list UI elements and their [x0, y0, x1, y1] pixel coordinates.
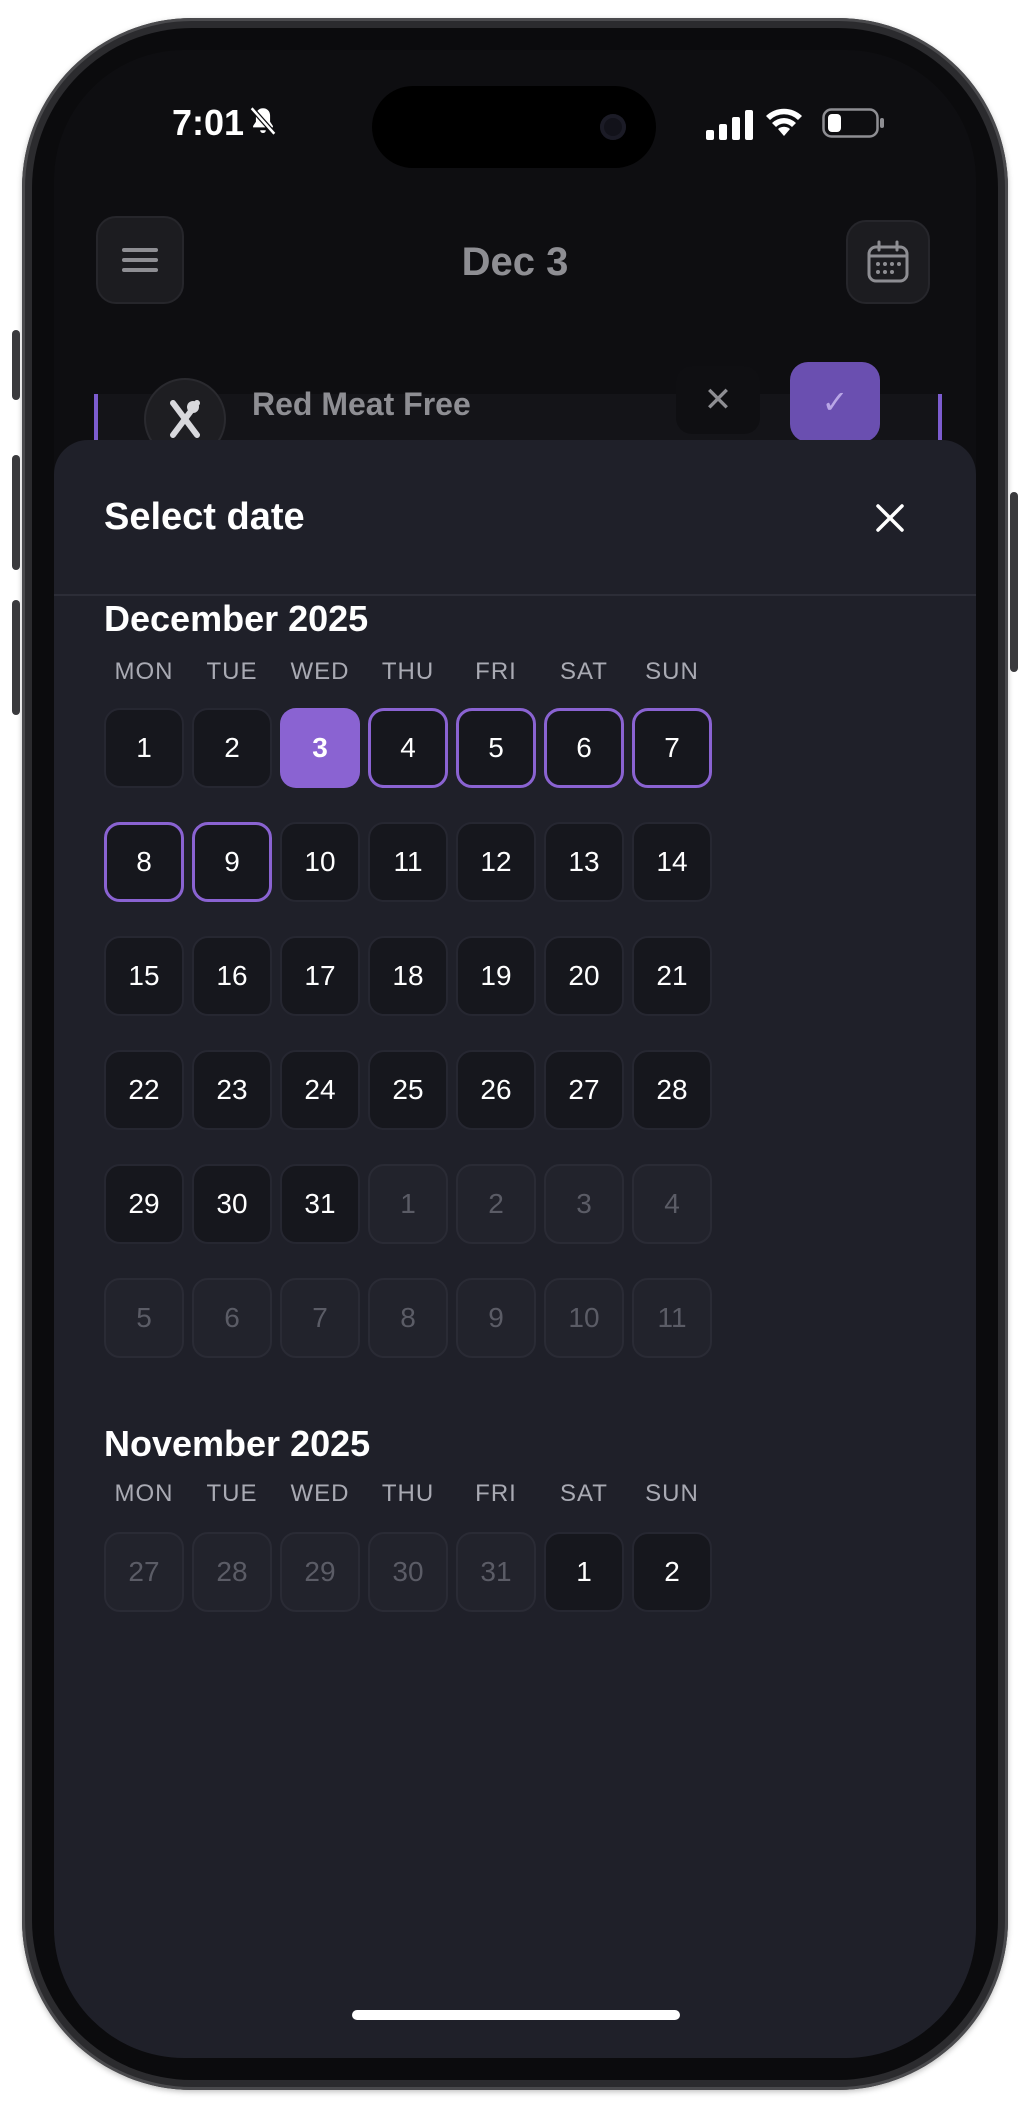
day-cell: 4 — [632, 1164, 712, 1244]
day-cell[interactable]: 28 — [632, 1050, 712, 1130]
day-cell[interactable]: 18 — [368, 936, 448, 1016]
weekday-label: WED — [290, 658, 350, 685]
page-title: Dec 3 — [461, 240, 569, 284]
day-cell: 31 — [456, 1532, 536, 1612]
status-time: 7:01 — [172, 102, 245, 143]
camera-icon — [600, 114, 626, 140]
status-bar: 7:01 — [54, 50, 976, 168]
day-cell[interactable]: 31 — [280, 1164, 360, 1244]
day-cell: 5 — [104, 1278, 184, 1358]
bell-slash-icon — [249, 106, 277, 136]
day-cell[interactable]: 6 — [544, 708, 624, 788]
diet-label: Red Meat Free — [252, 386, 471, 422]
day-cell[interactable]: 26 — [456, 1050, 536, 1130]
checkmark-icon: ✓ — [821, 384, 849, 420]
calendar-icon — [867, 240, 909, 283]
close-icon: ✕ — [703, 381, 733, 419]
day-cell: 9 — [456, 1278, 536, 1358]
close-button[interactable] — [862, 490, 918, 546]
volume-down-button — [12, 600, 20, 715]
day-cell[interactable]: 21 — [632, 936, 712, 1016]
weekday-label: FRI — [475, 1480, 517, 1507]
day-cell: 30 — [368, 1532, 448, 1612]
day-cell: 27 — [104, 1532, 184, 1612]
weekday-label: MON — [114, 658, 174, 685]
day-cell[interactable]: 16 — [192, 936, 272, 1016]
day-cell[interactable]: 27 — [544, 1050, 624, 1130]
day-cell: 11 — [632, 1278, 712, 1358]
dynamic-island — [372, 86, 656, 168]
battery-icon — [822, 108, 884, 138]
day-cell[interactable]: 9 — [192, 822, 272, 902]
day-cell: 6 — [192, 1278, 272, 1358]
cellular-signal-icon — [706, 110, 753, 140]
day-cell[interactable]: 12 — [456, 822, 536, 902]
no-meat-icon — [170, 400, 200, 438]
day-cell-selected[interactable]: 3 — [280, 708, 360, 788]
day-cell[interactable]: 22 — [104, 1050, 184, 1130]
reject-button[interactable]: ✕ — [676, 366, 760, 434]
weekday-label: THU — [381, 1480, 435, 1507]
weekday-label: WED — [290, 1480, 350, 1507]
weekday-label: MON — [114, 1480, 174, 1507]
weekday-label: FRI — [475, 658, 517, 685]
power-button — [1010, 492, 1018, 672]
day-cell[interactable]: 19 — [456, 936, 536, 1016]
day-cell[interactable]: 30 — [192, 1164, 272, 1244]
day-cell[interactable]: 25 — [368, 1050, 448, 1130]
weekday-label: THU — [381, 658, 435, 685]
day-cell: 2 — [456, 1164, 536, 1244]
day-cell[interactable]: 23 — [192, 1050, 272, 1130]
day-cell: 29 — [280, 1532, 360, 1612]
weekday-label: SAT — [560, 658, 608, 685]
date-picker-sheet: Select date December 2025 MON TUE WED THU FRI… — [54, 440, 976, 2058]
day-cell: 28 — [192, 1532, 272, 1612]
action-button — [12, 330, 20, 400]
day-cell[interactable]: 2 — [632, 1532, 712, 1612]
month-title: December 2025 — [104, 598, 369, 639]
divider — [54, 594, 976, 596]
weekday-label: SUN — [645, 1480, 699, 1507]
calendar-button[interactable] — [846, 220, 930, 304]
day-cell: 3 — [544, 1164, 624, 1244]
day-cell[interactable]: 1 — [104, 708, 184, 788]
day-cell[interactable]: 7 — [632, 708, 712, 788]
weekday-label: TUE — [206, 1480, 258, 1507]
day-cell[interactable]: 20 — [544, 936, 624, 1016]
day-cell[interactable]: 8 — [104, 822, 184, 902]
day-cell[interactable]: 24 — [280, 1050, 360, 1130]
wifi-icon — [766, 108, 802, 136]
sheet-title: Select date — [104, 496, 305, 538]
day-cell[interactable]: 5 — [456, 708, 536, 788]
day-cell[interactable]: 4 — [368, 708, 448, 788]
accept-button[interactable]: ✓ — [790, 362, 880, 442]
screen: 7:01 Dec 3 Red Meat Free ✕ ✓ Select date… — [54, 50, 976, 2058]
day-cell[interactable]: 10 — [280, 822, 360, 902]
month-title: November 2025 — [104, 1423, 371, 1464]
home-indicator[interactable] — [352, 2010, 680, 2020]
day-cell[interactable]: 1 — [544, 1532, 624, 1612]
day-cell[interactable]: 11 — [368, 822, 448, 902]
day-cell[interactable]: 2 — [192, 708, 272, 788]
weekday-label: TUE — [206, 658, 258, 685]
day-cell[interactable]: 17 — [280, 936, 360, 1016]
day-cell: 8 — [368, 1278, 448, 1358]
weekday-label: SAT — [560, 1480, 608, 1507]
day-cell: 10 — [544, 1278, 624, 1358]
day-cell[interactable]: 15 — [104, 936, 184, 1016]
day-cell[interactable]: 29 — [104, 1164, 184, 1244]
day-cell[interactable]: 13 — [544, 822, 624, 902]
weekday-label: SUN — [645, 658, 699, 685]
day-cell: 1 — [368, 1164, 448, 1244]
volume-up-button — [12, 455, 20, 570]
day-cell[interactable]: 14 — [632, 822, 712, 902]
close-icon — [876, 504, 904, 532]
day-cell: 7 — [280, 1278, 360, 1358]
